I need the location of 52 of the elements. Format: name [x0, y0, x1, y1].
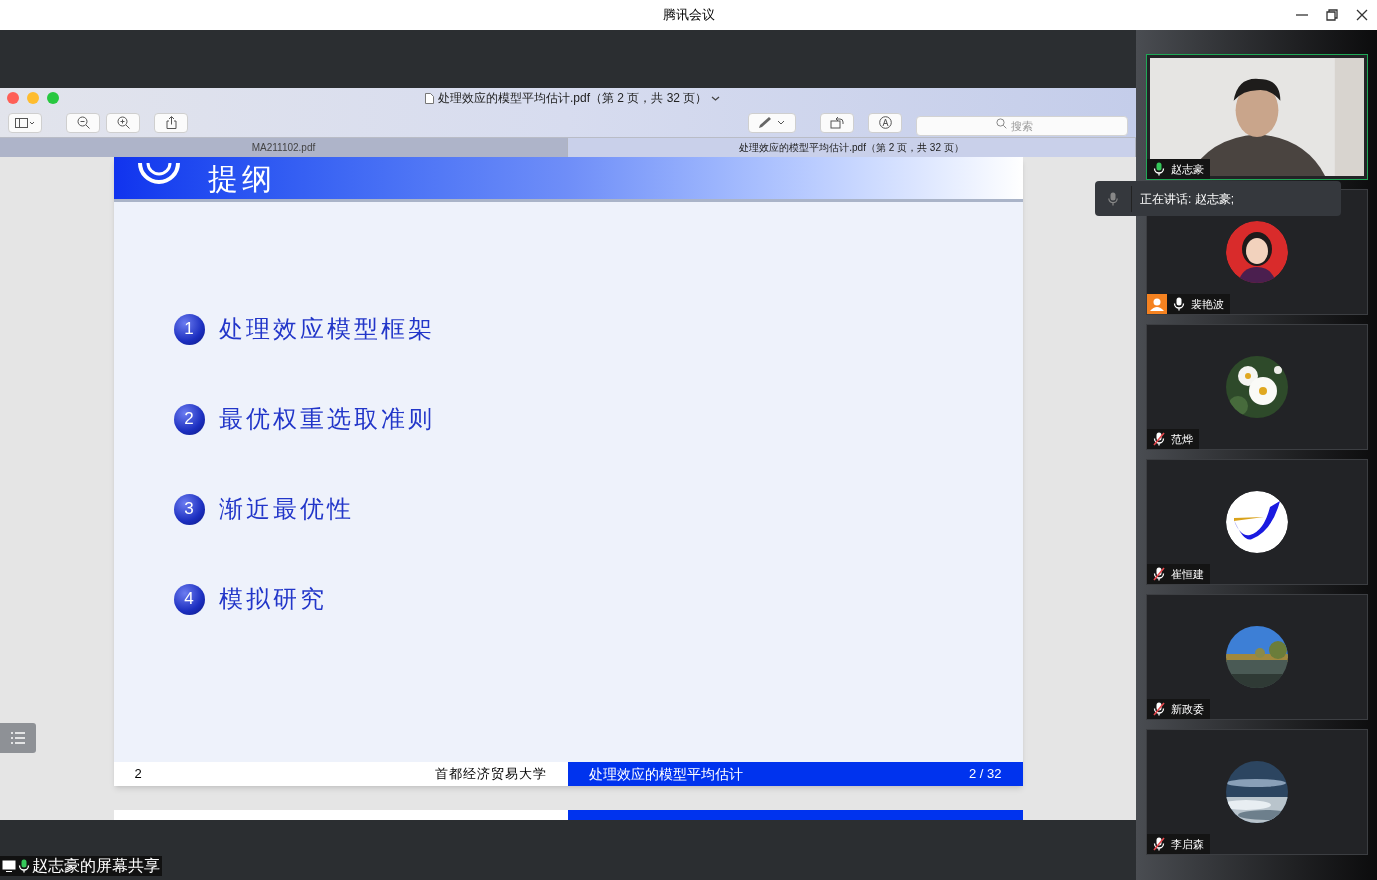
document-icon	[425, 92, 434, 104]
outline-item: 处理效应模型框架	[218, 314, 435, 345]
number-bullet: 4	[173, 583, 205, 615]
participant-name: 李启森	[1171, 836, 1205, 852]
number-bullet: 3	[173, 493, 205, 525]
screen-share-icon	[2, 860, 16, 872]
window-title: 腾讯会议	[662, 6, 715, 25]
outline-item: 模拟研究	[218, 584, 327, 615]
restore-icon[interactable]	[1325, 8, 1339, 22]
footer-school: 首都经济贸易大学	[434, 765, 547, 784]
search-icon	[996, 117, 1007, 129]
close-icon[interactable]	[1355, 8, 1369, 22]
document-tab[interactable]: MA211102.pdf	[0, 138, 568, 157]
number-bullet: 2	[173, 403, 205, 435]
speaking-text: 正在讲话: 赵志豪;	[1140, 190, 1234, 208]
slide-heading: 提纲	[207, 159, 276, 198]
rotate-icon	[830, 116, 844, 129]
mic-icon	[18, 859, 30, 873]
zoom-out-icon	[76, 116, 90, 129]
zoom-in-button[interactable]	[106, 112, 140, 133]
share-label-text: 赵志豪的屏幕共享	[32, 856, 160, 876]
mic-icon	[1108, 191, 1118, 206]
logo-icon	[1226, 491, 1288, 553]
annotate-icon	[878, 116, 892, 129]
annotate-button[interactable]	[868, 112, 902, 133]
document-tab[interactable]: 处理效应的模型平均估计.pdf（第 2 页，共 32 页）	[568, 138, 1136, 157]
participant-name: 范烨	[1171, 431, 1194, 447]
avatar-icon	[1226, 221, 1288, 283]
participant-name: 裴艳波	[1191, 296, 1225, 312]
rotate-button[interactable]	[820, 112, 854, 133]
page-count: 2 / 32	[968, 765, 1002, 784]
participant-name: 崔恒建	[1171, 566, 1205, 582]
page-number: 2	[134, 765, 142, 784]
outline-item: 最优权重选取准则	[218, 404, 435, 435]
zoom-out-button[interactable]	[66, 112, 100, 133]
outline-item: 渐近最优性	[218, 494, 354, 525]
close-button[interactable]	[7, 92, 19, 104]
document-title: 处理效应的模型平均估计.pdf（第 2 页，共 32 页）	[438, 90, 708, 107]
pen-icon	[758, 116, 786, 129]
sidebar-toggle-button[interactable]	[8, 112, 42, 133]
participant-name: 赵志豪	[1171, 161, 1205, 177]
number-bullet: 1	[173, 313, 205, 345]
sidebar-icon	[15, 117, 35, 128]
zoom-in-icon	[116, 116, 130, 129]
markup-button[interactable]	[748, 112, 796, 133]
share-button[interactable]	[154, 112, 188, 133]
search-field[interactable]: 搜索	[916, 115, 1128, 136]
share-icon	[165, 116, 177, 129]
participant-name: 新政委	[1171, 701, 1205, 717]
outline-button[interactable]	[0, 723, 36, 753]
footer-title: 处理效应的模型平均估计	[588, 764, 743, 784]
list-icon	[10, 731, 26, 745]
